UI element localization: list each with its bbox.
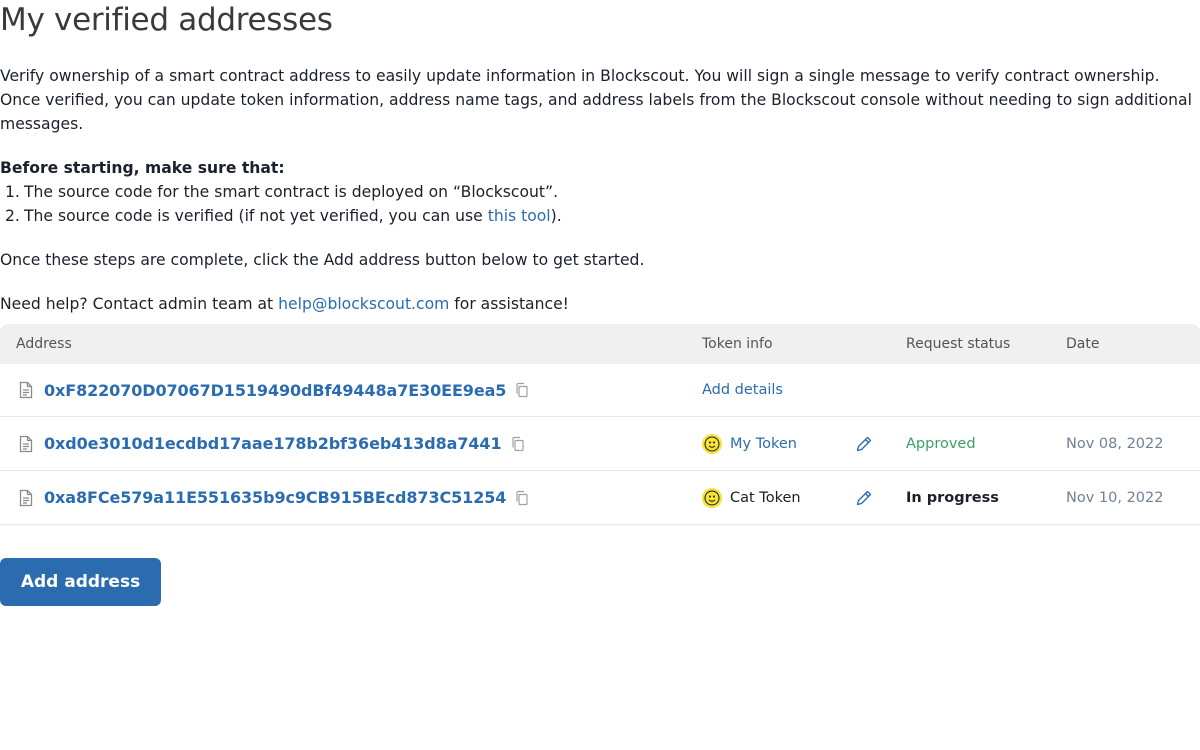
file-icon xyxy=(19,381,33,399)
address-link[interactable]: 0xa8FCe579a11E551635b9c9CB915BEcd873C512… xyxy=(44,488,506,507)
header-address: Address xyxy=(16,336,72,352)
address-cell: 0xd0e3010d1ecdbd17aae178b2bf36eb413d8a74… xyxy=(16,417,526,470)
steps-complete-text: Once these steps are complete, click the… xyxy=(0,251,645,269)
status-badge: In progress xyxy=(906,489,999,506)
pencil-icon[interactable] xyxy=(854,488,874,508)
help-email-link[interactable]: help@blockscout.com xyxy=(278,295,449,313)
steps-list: 1. The source code for the smart contrac… xyxy=(0,180,1200,228)
copy-icon[interactable] xyxy=(514,490,530,506)
step-text: The source code for the smart contract i… xyxy=(24,183,559,201)
header-token-info: Token info xyxy=(702,336,773,352)
address-cell: 0xa8FCe579a11E551635b9c9CB915BEcd873C512… xyxy=(16,471,530,524)
help-text: Need help? Contact admin team at help@bl… xyxy=(0,295,569,313)
copy-icon[interactable] xyxy=(514,382,530,398)
date-text: Nov 10, 2022 xyxy=(1066,489,1164,506)
file-icon xyxy=(19,435,33,452)
step-text: The source code is verified (if not yet … xyxy=(24,207,488,225)
token-avatar-icon xyxy=(702,487,722,508)
date-cell: Nov 10, 2022 xyxy=(1066,471,1163,524)
table-row: 0xd0e3010d1ecdbd17aae178b2bf36eb413d8a74… xyxy=(0,417,1200,471)
address-link[interactable]: 0xd0e3010d1ecdbd17aae178b2bf36eb413d8a74… xyxy=(44,434,502,453)
token-info-cell: My Token xyxy=(702,417,797,470)
intro-section: Verify ownership of a smart contract add… xyxy=(0,64,1200,316)
table-header: Address Token info Request status Date xyxy=(0,324,1200,364)
pencil-icon[interactable] xyxy=(854,434,874,454)
token-info-cell: Add details xyxy=(702,364,783,416)
address-cell: 0xF822070D07067D1519490dBf49448a7E30EE9e… xyxy=(16,364,530,416)
token-name-link[interactable]: My Token xyxy=(730,436,797,452)
edit-cell xyxy=(854,471,874,524)
token-name: Cat Token xyxy=(730,489,801,506)
before-starting-heading: Before starting, make sure that: xyxy=(0,159,285,177)
header-date: Date xyxy=(1066,336,1100,352)
address-link[interactable]: 0xF822070D07067D1519490dBf49448a7E30EE9e… xyxy=(44,381,506,400)
table-row: 0xF822070D07067D1519490dBf49448a7E30EE9e… xyxy=(0,364,1200,417)
date-cell: Nov 08, 2022 xyxy=(1066,417,1163,470)
verified-addresses-table: Address Token info Request status Date 0… xyxy=(0,324,1200,525)
edit-cell xyxy=(854,417,874,470)
step-item: 1. The source code for the smart contrac… xyxy=(5,183,559,201)
table-row: 0xa8FCe579a11E551635b9c9CB915BEcd873C512… xyxy=(0,471,1200,525)
intro-paragraph: Verify ownership of a smart contract add… xyxy=(0,67,1192,133)
date-text: Nov 08, 2022 xyxy=(1066,435,1164,452)
copy-icon[interactable] xyxy=(510,436,526,452)
this-tool-link[interactable]: this tool xyxy=(488,207,551,225)
header-request-status: Request status xyxy=(906,336,1011,352)
token-avatar-icon xyxy=(702,433,722,454)
page-title: My verified addresses xyxy=(0,2,333,38)
add-address-button[interactable]: Add address xyxy=(0,558,161,606)
file-icon xyxy=(19,489,33,506)
add-details-link[interactable]: Add details xyxy=(702,382,783,398)
token-info-cell: Cat Token xyxy=(702,471,801,524)
status-cell: Approved xyxy=(906,417,976,470)
status-badge: Approved xyxy=(906,435,976,452)
status-cell: In progress xyxy=(906,471,999,524)
step-item: 2. The source code is verified (if not y… xyxy=(5,207,562,225)
